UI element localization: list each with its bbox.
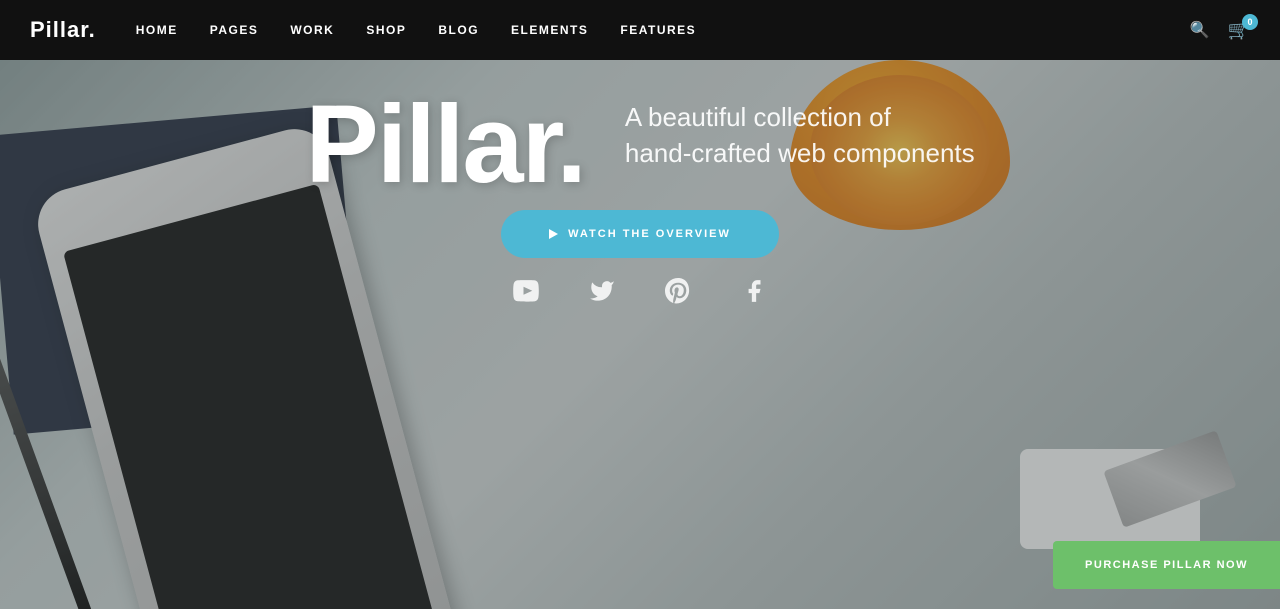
navbar-right: 🔍 🛒 0	[1190, 20, 1250, 41]
nav-shop[interactable]: SHOP	[366, 23, 406, 37]
hero-title-area: Pillar.	[305, 90, 585, 200]
nav-elements[interactable]: ELEMENTS	[511, 23, 588, 37]
hero-big-title: Pillar.	[305, 90, 585, 200]
youtube-icon[interactable]	[513, 278, 539, 310]
play-icon	[549, 229, 558, 239]
hero-content: Pillar. A beautiful collection of hand-c…	[0, 60, 1280, 609]
facebook-icon[interactable]	[741, 278, 767, 310]
hero-tagline: A beautiful collection of hand-crafted w…	[625, 99, 975, 172]
hero-section: Pillar. HOME PAGES WORK SHOP BLOG ELEMEN…	[0, 0, 1280, 609]
nav-menu: HOME PAGES WORK SHOP BLOG ELEMENTS FEATU…	[136, 23, 1190, 37]
purchase-button[interactable]: PURCHASE PILLAR NOW	[1053, 541, 1280, 589]
nav-features[interactable]: FEATURES	[620, 23, 696, 37]
cart-button[interactable]: 🛒 0	[1228, 20, 1250, 41]
search-button[interactable]: 🔍	[1190, 20, 1210, 40]
navbar: Pillar. HOME PAGES WORK SHOP BLOG ELEMEN…	[0, 0, 1280, 60]
logo[interactable]: Pillar.	[30, 17, 96, 43]
hero-tagline-line2: hand-crafted web components	[625, 135, 975, 171]
twitter-icon[interactable]	[589, 278, 615, 310]
cart-badge: 0	[1242, 14, 1258, 30]
pinterest-icon[interactable]	[665, 278, 691, 310]
cta-row: WATCH THE OVERVIEW	[0, 210, 1280, 258]
title-tagline-row: Pillar. A beautiful collection of hand-c…	[0, 90, 1280, 200]
social-row	[0, 258, 1280, 334]
nav-home[interactable]: HOME	[136, 23, 178, 37]
nav-blog[interactable]: BLOG	[438, 23, 479, 37]
nav-pages[interactable]: PAGES	[210, 23, 259, 37]
watch-overview-label: WATCH THE OVERVIEW	[568, 228, 731, 240]
hero-tagline-line1: A beautiful collection of	[625, 99, 975, 135]
watch-overview-button[interactable]: WATCH THE OVERVIEW	[501, 210, 779, 258]
search-icon: 🔍	[1190, 22, 1210, 39]
nav-work[interactable]: WORK	[290, 23, 334, 37]
